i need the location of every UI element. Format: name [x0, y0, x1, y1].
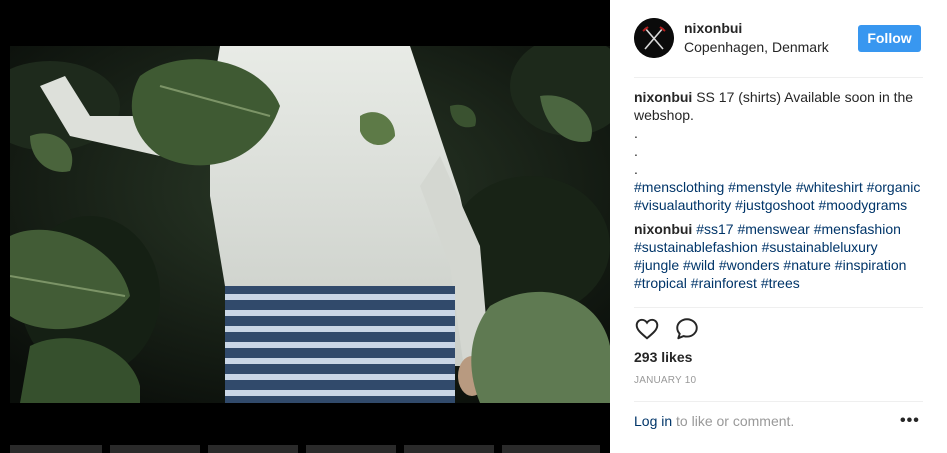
thumbnail[interactable] [110, 445, 200, 453]
thumbnail[interactable] [502, 445, 600, 453]
divider [634, 77, 923, 78]
thumbnail[interactable] [10, 445, 102, 453]
comment: nixonbui #ss17 #menswear #mensfashion #s… [634, 220, 924, 292]
post-header: nixonbui Copenhagen, Denmark Follow [610, 0, 947, 78]
caption-hashtags[interactable]: #mensclothing #menstyle #whiteshirt #org… [634, 179, 920, 213]
comment-username[interactable]: nixonbui [634, 221, 692, 237]
location[interactable]: Copenhagen, Denmark [684, 39, 829, 55]
post-photo[interactable] [10, 46, 610, 403]
thumbnail[interactable] [208, 445, 298, 453]
caption: nixonbui SS 17 (shirts) Available soon i… [634, 88, 924, 214]
thumbnail[interactable] [404, 445, 494, 453]
post-side-panel: nixonbui Copenhagen, Denmark Follow nixo… [610, 0, 947, 453]
username[interactable]: nixonbui [684, 20, 742, 36]
more-options-icon[interactable]: ••• [900, 412, 924, 432]
media-area [0, 0, 610, 453]
post-date: JANUARY 10 [634, 375, 697, 386]
follow-button[interactable]: Follow [858, 25, 921, 52]
divider [634, 307, 923, 308]
comments-list[interactable]: nixonbui SS 17 (shirts) Available soon i… [634, 88, 924, 306]
caption-username[interactable]: nixonbui [634, 89, 692, 105]
caption-dot: . [634, 161, 638, 177]
avatar[interactable] [634, 18, 674, 58]
divider [634, 401, 923, 402]
crossed-swords-logo-icon [634, 18, 674, 58]
likes-count[interactable]: 293 likes [634, 349, 692, 365]
thumbnail[interactable] [306, 445, 396, 453]
comment-icon[interactable] [674, 316, 700, 342]
heart-icon[interactable] [634, 316, 660, 342]
login-prompt: Log in to like or comment. [634, 413, 794, 429]
photo-illustration [10, 46, 610, 403]
caption-dot: . [634, 125, 638, 141]
login-link[interactable]: Log in [634, 413, 672, 429]
caption-dot: . [634, 143, 638, 159]
login-prompt-text: to like or comment. [672, 413, 795, 429]
thumbnail-strip [0, 445, 610, 453]
